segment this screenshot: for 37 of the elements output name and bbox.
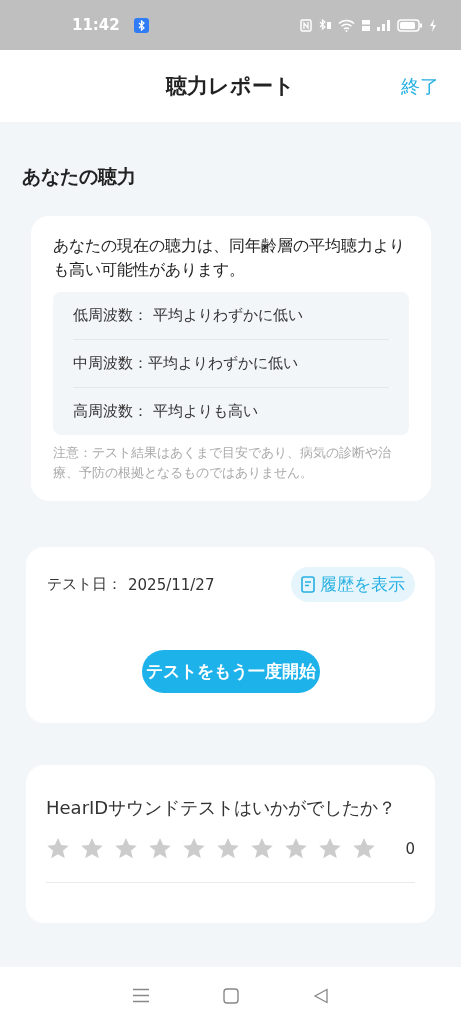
star-icon[interactable] xyxy=(216,837,240,860)
charging-icon xyxy=(429,18,437,32)
wifi-icon xyxy=(338,18,355,32)
summary-text: あなたの現在の聴力は、同年齢層の平均聴力よりも高い可能性があります。 xyxy=(53,235,406,281)
test-date-label: テスト日： xyxy=(47,575,122,594)
battery-icon xyxy=(397,18,423,32)
nfc-icon xyxy=(300,18,312,32)
star-icon[interactable] xyxy=(80,837,104,860)
frequency-result: 高周波数： 平均よりも高い xyxy=(73,402,258,421)
test-date: 2025/11/27 xyxy=(128,575,215,594)
star-icon[interactable] xyxy=(148,837,172,860)
frequency-result: 中周波数：平均よりわずかに低い xyxy=(73,354,298,373)
page-title: 聴力レポート xyxy=(166,73,295,100)
section-title: あなたの聴力 xyxy=(22,164,137,189)
rating-count: 0 xyxy=(405,839,415,858)
status-time: 11:42 xyxy=(72,16,120,34)
menu-icon[interactable] xyxy=(131,988,150,1003)
back-icon[interactable] xyxy=(313,987,330,1004)
history-button[interactable]: 履歴を表示 xyxy=(291,567,415,602)
document-icon xyxy=(301,576,315,593)
restart-test-button[interactable]: テストをもう一度開始 xyxy=(142,650,320,693)
star-icon[interactable] xyxy=(284,837,308,860)
disclaimer-text: 注意：テスト結果はあくまで目安であり、病気の診断や治療、予防の根拠となるものではありません。 xyxy=(53,444,392,482)
star-icon[interactable] xyxy=(182,837,206,860)
home-icon[interactable] xyxy=(223,987,240,1004)
rating-question: HearIDサウンドテストはいかがでしたか？ xyxy=(46,796,398,820)
frequency-result: 低周波数： 平均よりわずかに低い xyxy=(73,306,303,325)
done-button[interactable]: 終了 xyxy=(401,74,439,100)
star-icon[interactable] xyxy=(250,837,274,860)
bluetooth-icon xyxy=(133,17,149,33)
vibrate-icon xyxy=(318,18,332,32)
star-icon[interactable] xyxy=(318,837,342,860)
star-icon[interactable] xyxy=(114,837,138,860)
star-rating[interactable] xyxy=(46,837,376,860)
star-icon[interactable] xyxy=(46,837,70,860)
signal-icon xyxy=(377,19,391,31)
star-icon[interactable] xyxy=(352,837,376,860)
